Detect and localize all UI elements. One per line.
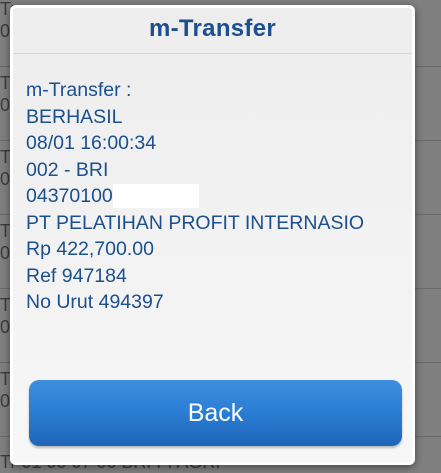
transfer-result-dialog: m-Transfer m-Transfer : BERHASIL 08/01 1… bbox=[10, 5, 415, 465]
status-text: BERHASIL bbox=[26, 105, 123, 128]
account-number-row: 04370100 bbox=[26, 183, 402, 210]
sequence-number: No Urut 494397 bbox=[26, 291, 164, 313]
reference-number: Ref 947184 bbox=[26, 264, 127, 287]
transfer-details: m-Transfer : BERHASIL 08/01 16:00:34 002… bbox=[26, 77, 402, 316]
redaction-mask bbox=[112, 184, 199, 208]
dialog-title: m-Transfer bbox=[148, 15, 277, 42]
transfer-datetime: 08/01 16:00:34 bbox=[26, 132, 157, 154]
detail-label: m-Transfer : bbox=[26, 79, 132, 101]
title-divider bbox=[13, 53, 412, 54]
bank-code: 002 - BRI bbox=[26, 158, 109, 181]
recipient-name: PT PELATIHAN PROFIT INTERNASIO bbox=[26, 211, 365, 234]
transfer-amount: Rp 422,700.00 bbox=[26, 238, 154, 260]
back-button[interactable]: Back bbox=[29, 380, 402, 446]
account-number: 04370100 bbox=[26, 185, 113, 207]
